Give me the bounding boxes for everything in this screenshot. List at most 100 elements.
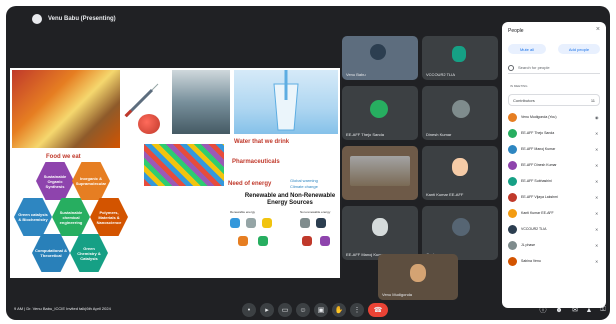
participant-name: EE-AFF Vijaya Lakshmi	[521, 195, 558, 199]
participant-tile[interactable]: Kanti Kumar EE-AFF	[422, 146, 498, 200]
captions-icon[interactable]: ▭	[278, 303, 292, 317]
group-count: 11	[590, 97, 595, 103]
participant-tile[interactable]: JL phase	[422, 206, 498, 260]
pollution-photo	[172, 70, 230, 134]
tomato-photo	[138, 114, 160, 134]
search-placeholder: Search for people	[518, 65, 550, 70]
participant-row[interactable]: Sabina Venu ✕	[508, 254, 600, 268]
presenting-title: Venu Babu (Presenting)	[48, 16, 116, 22]
meeting-info: 9 AM | Dr. Venu Babu_ICCIE Invited talk|…	[14, 306, 111, 311]
close-icon[interactable]: ×	[596, 26, 600, 33]
mute-all-button[interactable]: Mute all	[508, 44, 546, 54]
mic-off-icon[interactable]: ✕	[595, 179, 600, 184]
participant-avatar	[508, 112, 517, 122]
renewable-caption: Renewable energy	[230, 210, 256, 214]
pharma-caption: Pharmaceuticals	[232, 159, 280, 165]
participant-name: Dinesh Kumar	[426, 132, 452, 137]
end-call-icon[interactable]: ☎	[368, 303, 388, 317]
geothermal-icon	[238, 236, 248, 246]
water-caption: Water that we drink	[234, 139, 290, 145]
self-view-tile[interactable]: Venu Mudigonda	[378, 254, 458, 300]
presenter-avatar	[32, 14, 42, 24]
mic-off-icon[interactable]: ✕	[595, 147, 600, 152]
mic-icon[interactable]: •	[242, 303, 256, 317]
coal-icon	[316, 218, 326, 228]
hexagon-tile: Polymers, Materials & Nanoscience	[90, 198, 128, 236]
hexagon-tile: Inorganic & Supramolecular	[72, 162, 110, 200]
participant-name: Kanti Kumar EE-AFF	[521, 211, 554, 215]
participant-avatar	[508, 160, 517, 170]
global-warming-caption: Global warming	[290, 178, 318, 183]
participant-tile[interactable]: EE-AFF Manoj Kumar	[342, 206, 418, 260]
participant-tile[interactable]: VCCOUR2 TLIA	[422, 36, 498, 80]
participant-avatar	[508, 224, 517, 234]
food-photo	[12, 70, 120, 148]
section-label: IN MEETING	[510, 84, 528, 88]
participant-name: EE-AFF Subhashini	[521, 179, 552, 183]
contributors-group[interactable]: Contributors 11	[508, 94, 600, 106]
participant-row[interactable]: VCCOUR2 TLIA ✕	[508, 222, 600, 236]
hexagon-tile: Sustainable chemical engineering	[52, 198, 90, 236]
mic-off-icon[interactable]: ✕	[595, 163, 600, 168]
nuclear-icon	[302, 236, 312, 246]
search-icon	[508, 64, 514, 71]
emoji-icon[interactable]: ☺	[296, 303, 310, 317]
hydro-icon	[230, 218, 240, 228]
pills-photo	[144, 144, 224, 186]
participant-video	[452, 46, 466, 62]
participant-name: Sabina Venu	[521, 259, 541, 263]
presented-slide: Food we eat Water that we drink Pharmace…	[10, 68, 340, 278]
participant-row[interactable]: Kanti Kumar EE-AFF ✕	[508, 206, 600, 220]
participant-avatar	[452, 158, 468, 176]
raise-hand-icon[interactable]: ✋	[332, 303, 346, 317]
participant-tile[interactable]	[342, 146, 418, 200]
more-icon[interactable]: ⋮	[350, 303, 364, 317]
participant-avatar	[372, 218, 388, 236]
participant-row[interactable]: EE-AFF Dinesh Kumar ✕	[508, 158, 600, 172]
participant-avatar	[370, 100, 388, 118]
participant-row[interactable]: EE-AFF Subhashini ✕	[508, 174, 600, 188]
participant-avatar	[508, 128, 517, 138]
participant-name: Kanti Kumar EE-AFF	[426, 192, 464, 197]
participant-row[interactable]: EE-AFF Vijaya Lakshmi ✕	[508, 190, 600, 204]
participant-tile[interactable]: Venu Babu	[342, 36, 418, 80]
climate-change-caption: Climate change	[290, 184, 318, 189]
participant-row[interactable]: EE-AFF Manoj Kumar ✕	[508, 142, 600, 156]
participant-row[interactable]: EE-AFF Thejo Sanda ✕	[508, 126, 600, 140]
participant-avatar	[508, 176, 517, 186]
mic-off-icon[interactable]: ✕	[595, 131, 600, 136]
camera-icon[interactable]: ▸	[260, 303, 274, 317]
panel-title: People	[508, 28, 524, 34]
participant-name: VCCOUR2 TLIA	[426, 72, 456, 77]
participant-name: Venu Mudigonda	[382, 292, 413, 297]
solar-icon	[262, 218, 272, 228]
mic-off-icon[interactable]: ✕	[595, 227, 600, 232]
search-input[interactable]: Search for people	[508, 62, 600, 74]
participant-video	[370, 44, 386, 60]
gas-icon	[300, 218, 310, 228]
mic-off-icon[interactable]: ✕	[595, 211, 600, 216]
participant-name: EE-AFF Dinesh Kumar	[521, 163, 557, 167]
energy-need-caption: Need of energy	[228, 181, 272, 187]
participant-name: Venu Mudigonda (You)	[521, 115, 557, 119]
oil-icon	[320, 236, 330, 246]
participant-name: VCCOUR2 TLIA	[521, 227, 547, 231]
participant-row[interactable]: JL phase ✕	[508, 238, 600, 252]
participant-row[interactable]: Venu Mudigonda (You) ◉	[508, 110, 600, 124]
participant-avatar	[508, 192, 517, 202]
mic-off-icon[interactable]: ✕	[595, 259, 600, 264]
people-panel: People × Mute all Add people Search for …	[502, 22, 606, 308]
mic-off-icon[interactable]: ✕	[595, 243, 600, 248]
hexagon-tile: Green Chemistry & Catalysis	[70, 234, 108, 272]
participant-name: EE-AFF Thejo Sanda	[521, 131, 555, 135]
hexagon-tile: Computational & Theoretical	[32, 234, 70, 272]
participant-tile[interactable]: Dinesh Kumar	[422, 86, 498, 140]
mic-off-icon[interactable]: ✕	[595, 195, 600, 200]
hexagon-tile: Green catalysis & Biochemistry	[14, 198, 52, 236]
participant-avatar	[508, 208, 517, 218]
self-video	[410, 264, 426, 282]
mic-icon[interactable]: ◉	[595, 115, 600, 120]
participant-tile[interactable]: EE-AFF Thejo Sanda	[342, 86, 418, 140]
present-icon[interactable]: ▣	[314, 303, 328, 317]
add-people-button[interactable]: Add people	[558, 44, 600, 54]
